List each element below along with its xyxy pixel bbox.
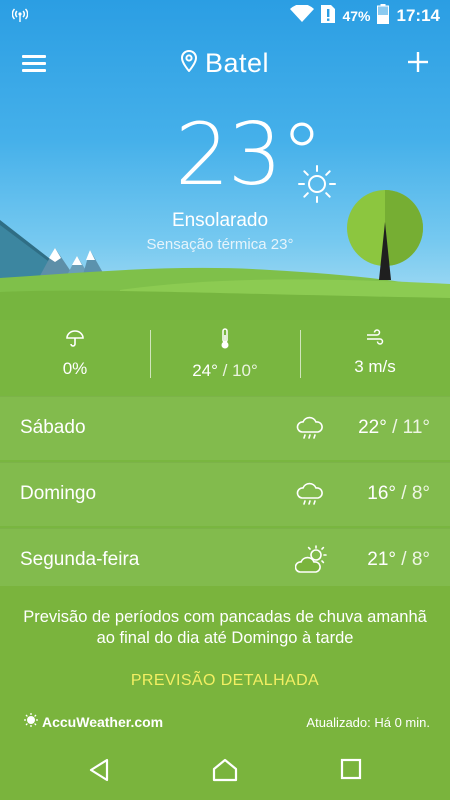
- forecast-temps: 22° / 11°: [358, 417, 430, 439]
- forecast-list: Sábado 22° / 11° Domingo 16° / 8° Segund…: [0, 396, 450, 594]
- battery-icon: [376, 3, 389, 29]
- forecast-row-sunday[interactable]: Domingo 16° / 8°: [0, 462, 450, 526]
- precipitation-value: 0%: [62, 359, 88, 378]
- location-pin-icon: [180, 49, 197, 77]
- updated-text: Atualizado: Há 0 min.: [306, 715, 430, 730]
- partly-cloudy-icon: [294, 545, 329, 582]
- clock: 17:14: [396, 6, 440, 25]
- sim-alert-icon: [320, 4, 336, 29]
- forecast-day: Segunda-feira: [20, 549, 140, 570]
- thermometer-icon: [218, 328, 232, 354]
- cloud-rain-icon: [295, 479, 325, 514]
- back-icon[interactable]: [88, 758, 110, 787]
- navigation-bar: [0, 740, 450, 800]
- forecast-low: / 8°: [401, 549, 430, 570]
- forecast-summary: Previsão de períodos com pancadas de chu…: [23, 608, 427, 647]
- wind-icon: [365, 329, 385, 350]
- temperature-range-stat: 24° / 10°: [150, 328, 300, 381]
- forecast-temps: 16° / 8°: [367, 483, 430, 505]
- battery-percent: 47%: [342, 8, 371, 24]
- signal-antenna-icon: [11, 8, 29, 27]
- add-icon[interactable]: [406, 50, 430, 74]
- umbrella-icon: [65, 330, 85, 352]
- forecast-day: Domingo: [20, 483, 97, 504]
- status-bar: 47% 17:14: [0, 0, 450, 32]
- detailed-forecast-button[interactable]: PREVISÃO DETALHADA: [0, 672, 450, 690]
- forecast-low: / 8°: [401, 483, 430, 504]
- wind-stat: 3 m/s: [300, 328, 450, 377]
- forecast-high: 21°: [367, 549, 396, 570]
- forecast-row-saturday[interactable]: Sábado 22° / 11°: [0, 396, 450, 460]
- brand-text: AccuWeather.com: [42, 713, 164, 730]
- cloud-rain-icon: [295, 413, 325, 448]
- temp-high-value: 24°: [192, 361, 218, 380]
- forecast-high: 16°: [367, 483, 396, 504]
- forecast-high: 22°: [358, 417, 387, 438]
- forecast-low: / 11°: [392, 417, 430, 438]
- temp-low-value: / 10°: [222, 361, 258, 380]
- location-selector[interactable]: Batel: [0, 48, 450, 79]
- app-bar: Batel: [0, 40, 450, 92]
- forecast-row-monday[interactable]: Segunda-feira 21° / 8°: [0, 528, 450, 592]
- home-icon[interactable]: [212, 758, 238, 787]
- wind-value: 3 m/s: [354, 357, 396, 376]
- stats-row: 0% 24° / 10° 3 m/s: [0, 320, 450, 390]
- sun-icon: [295, 162, 339, 211]
- forecast-day: Sábado: [20, 417, 86, 438]
- recents-icon[interactable]: [340, 758, 362, 785]
- forecast-temps: 21° / 8°: [367, 549, 430, 571]
- condition-text: Ensolarado: [171, 210, 269, 231]
- temperature-range-value: 24° / 10°: [150, 361, 300, 381]
- location-title: Batel: [204, 48, 270, 78]
- accuweather-sun-icon: [24, 713, 38, 730]
- accuweather-logo[interactable]: AccuWeather.com: [24, 713, 163, 730]
- feels-like-text: Sensação térmica 23°: [146, 236, 294, 253]
- wifi-icon: [290, 3, 315, 28]
- precipitation-stat: 0%: [0, 328, 150, 379]
